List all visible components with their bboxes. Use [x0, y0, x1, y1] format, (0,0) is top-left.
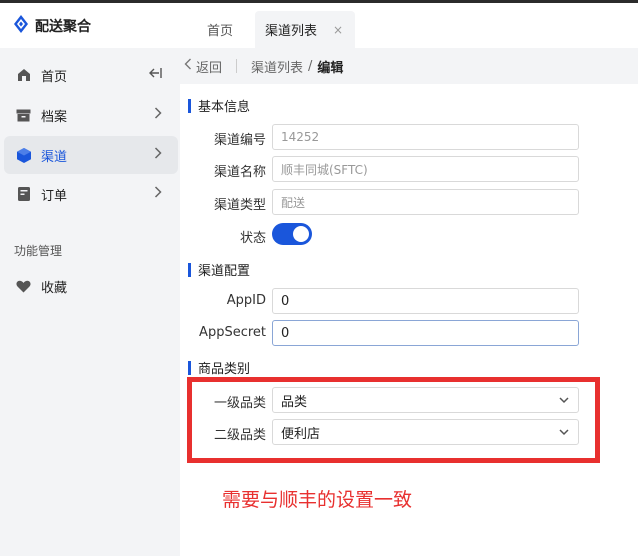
breadcrumb-current: 编辑 [317, 60, 344, 76]
section-title-text: 商品类别 [198, 362, 251, 377]
tab-channel-list[interactable]: 渠道列表 × [255, 11, 355, 48]
field-label: 渠道类型 [213, 198, 266, 213]
breadcrumb-divider [236, 59, 238, 73]
close-icon[interactable]: × [333, 23, 343, 37]
section-title-category: 商品类别 [188, 358, 250, 377]
channel-code-input[interactable]: 14252 [272, 124, 579, 150]
section-title-basic: 基本信息 [188, 96, 250, 115]
tab-home[interactable]: 首页 [190, 11, 250, 48]
sidebar-item-home[interactable]: 首页 [4, 56, 178, 94]
form-row-status: 状态 [180, 222, 638, 248]
sidebar-item-label: 订单 [41, 188, 68, 204]
heart-icon [16, 279, 31, 294]
sidebar-item-label: 收藏 [41, 280, 68, 296]
brand: 配送聚合 [13, 15, 91, 37]
back-button[interactable]: 返回 [184, 57, 222, 76]
field-label: AppSecret [199, 325, 266, 340]
sidebar-item-favorites[interactable]: 收藏 [4, 267, 178, 305]
chevron-right-icon [154, 147, 162, 163]
field-label: AppID [226, 293, 266, 308]
field-label: 状态 [239, 231, 266, 246]
app-title: 配送聚合 [35, 19, 91, 35]
collapse-sidebar-icon[interactable] [148, 67, 162, 83]
app-header: 配送聚合 首页 渠道列表 × [0, 3, 638, 48]
section-marker [188, 262, 191, 277]
cube-icon [16, 147, 31, 163]
sidebar: 首页 档案 渠道 订单 功能管理 收藏 [0, 48, 180, 556]
field-label: 渠道编号 [213, 133, 266, 148]
section-title-config: 渠道配置 [188, 260, 250, 279]
sidebar-item-label: 渠道 [41, 149, 68, 165]
toggle-knob [293, 226, 309, 242]
section-marker [188, 360, 191, 375]
channel-name-input[interactable]: 顺丰同城(SFTC) [272, 156, 579, 182]
tab-channel-list-label: 渠道列表 [265, 24, 318, 39]
form-row-appsecret: AppSecret 0 [180, 320, 638, 346]
breadcrumb-separator: / [308, 58, 313, 74]
breadcrumb-parent[interactable]: 渠道列表 [251, 57, 303, 76]
annotation-highlight-box [187, 377, 600, 463]
tab-home-label: 首页 [206, 24, 233, 39]
home-icon [16, 68, 31, 83]
form-row-appid: AppID 0 [180, 288, 638, 314]
breadcrumb: 返回 渠道列表 / 编辑 [180, 48, 638, 84]
main-content: 返回 渠道列表 / 编辑 基本信息 渠道编号 14252 渠道名称 顺丰同城(S… [180, 48, 638, 556]
chevron-right-icon [154, 186, 162, 202]
back-label: 返回 [196, 60, 223, 76]
section-title-text: 渠道配置 [198, 264, 251, 279]
appid-input[interactable]: 0 [272, 288, 579, 314]
archive-icon [16, 108, 31, 123]
form-row-type: 渠道类型 配送 [180, 189, 638, 215]
sidebar-item-orders[interactable]: 订单 [4, 175, 178, 213]
field-label: 渠道名称 [213, 165, 266, 180]
sidebar-item-label: 首页 [41, 69, 68, 85]
section-title-text: 基本信息 [198, 100, 251, 115]
status-toggle[interactable] [272, 223, 312, 245]
sidebar-section-label: 功能管理 [14, 244, 63, 258]
form-row-code: 渠道编号 14252 [180, 124, 638, 150]
chevron-right-icon [154, 107, 162, 123]
sidebar-item-label: 档案 [41, 109, 68, 125]
sidebar-item-archive[interactable]: 档案 [4, 96, 178, 134]
chevron-left-icon [184, 58, 192, 74]
logo-icon [13, 15, 29, 37]
sidebar-item-channel[interactable]: 渠道 [4, 136, 178, 174]
channel-type-input[interactable]: 配送 [272, 189, 579, 215]
annotation-note: 需要与顺丰的设置一致 [222, 489, 413, 511]
appsecret-input[interactable]: 0 [272, 320, 579, 346]
section-marker [188, 98, 191, 113]
document-icon [16, 187, 31, 202]
form-row-name: 渠道名称 顺丰同城(SFTC) [180, 156, 638, 182]
